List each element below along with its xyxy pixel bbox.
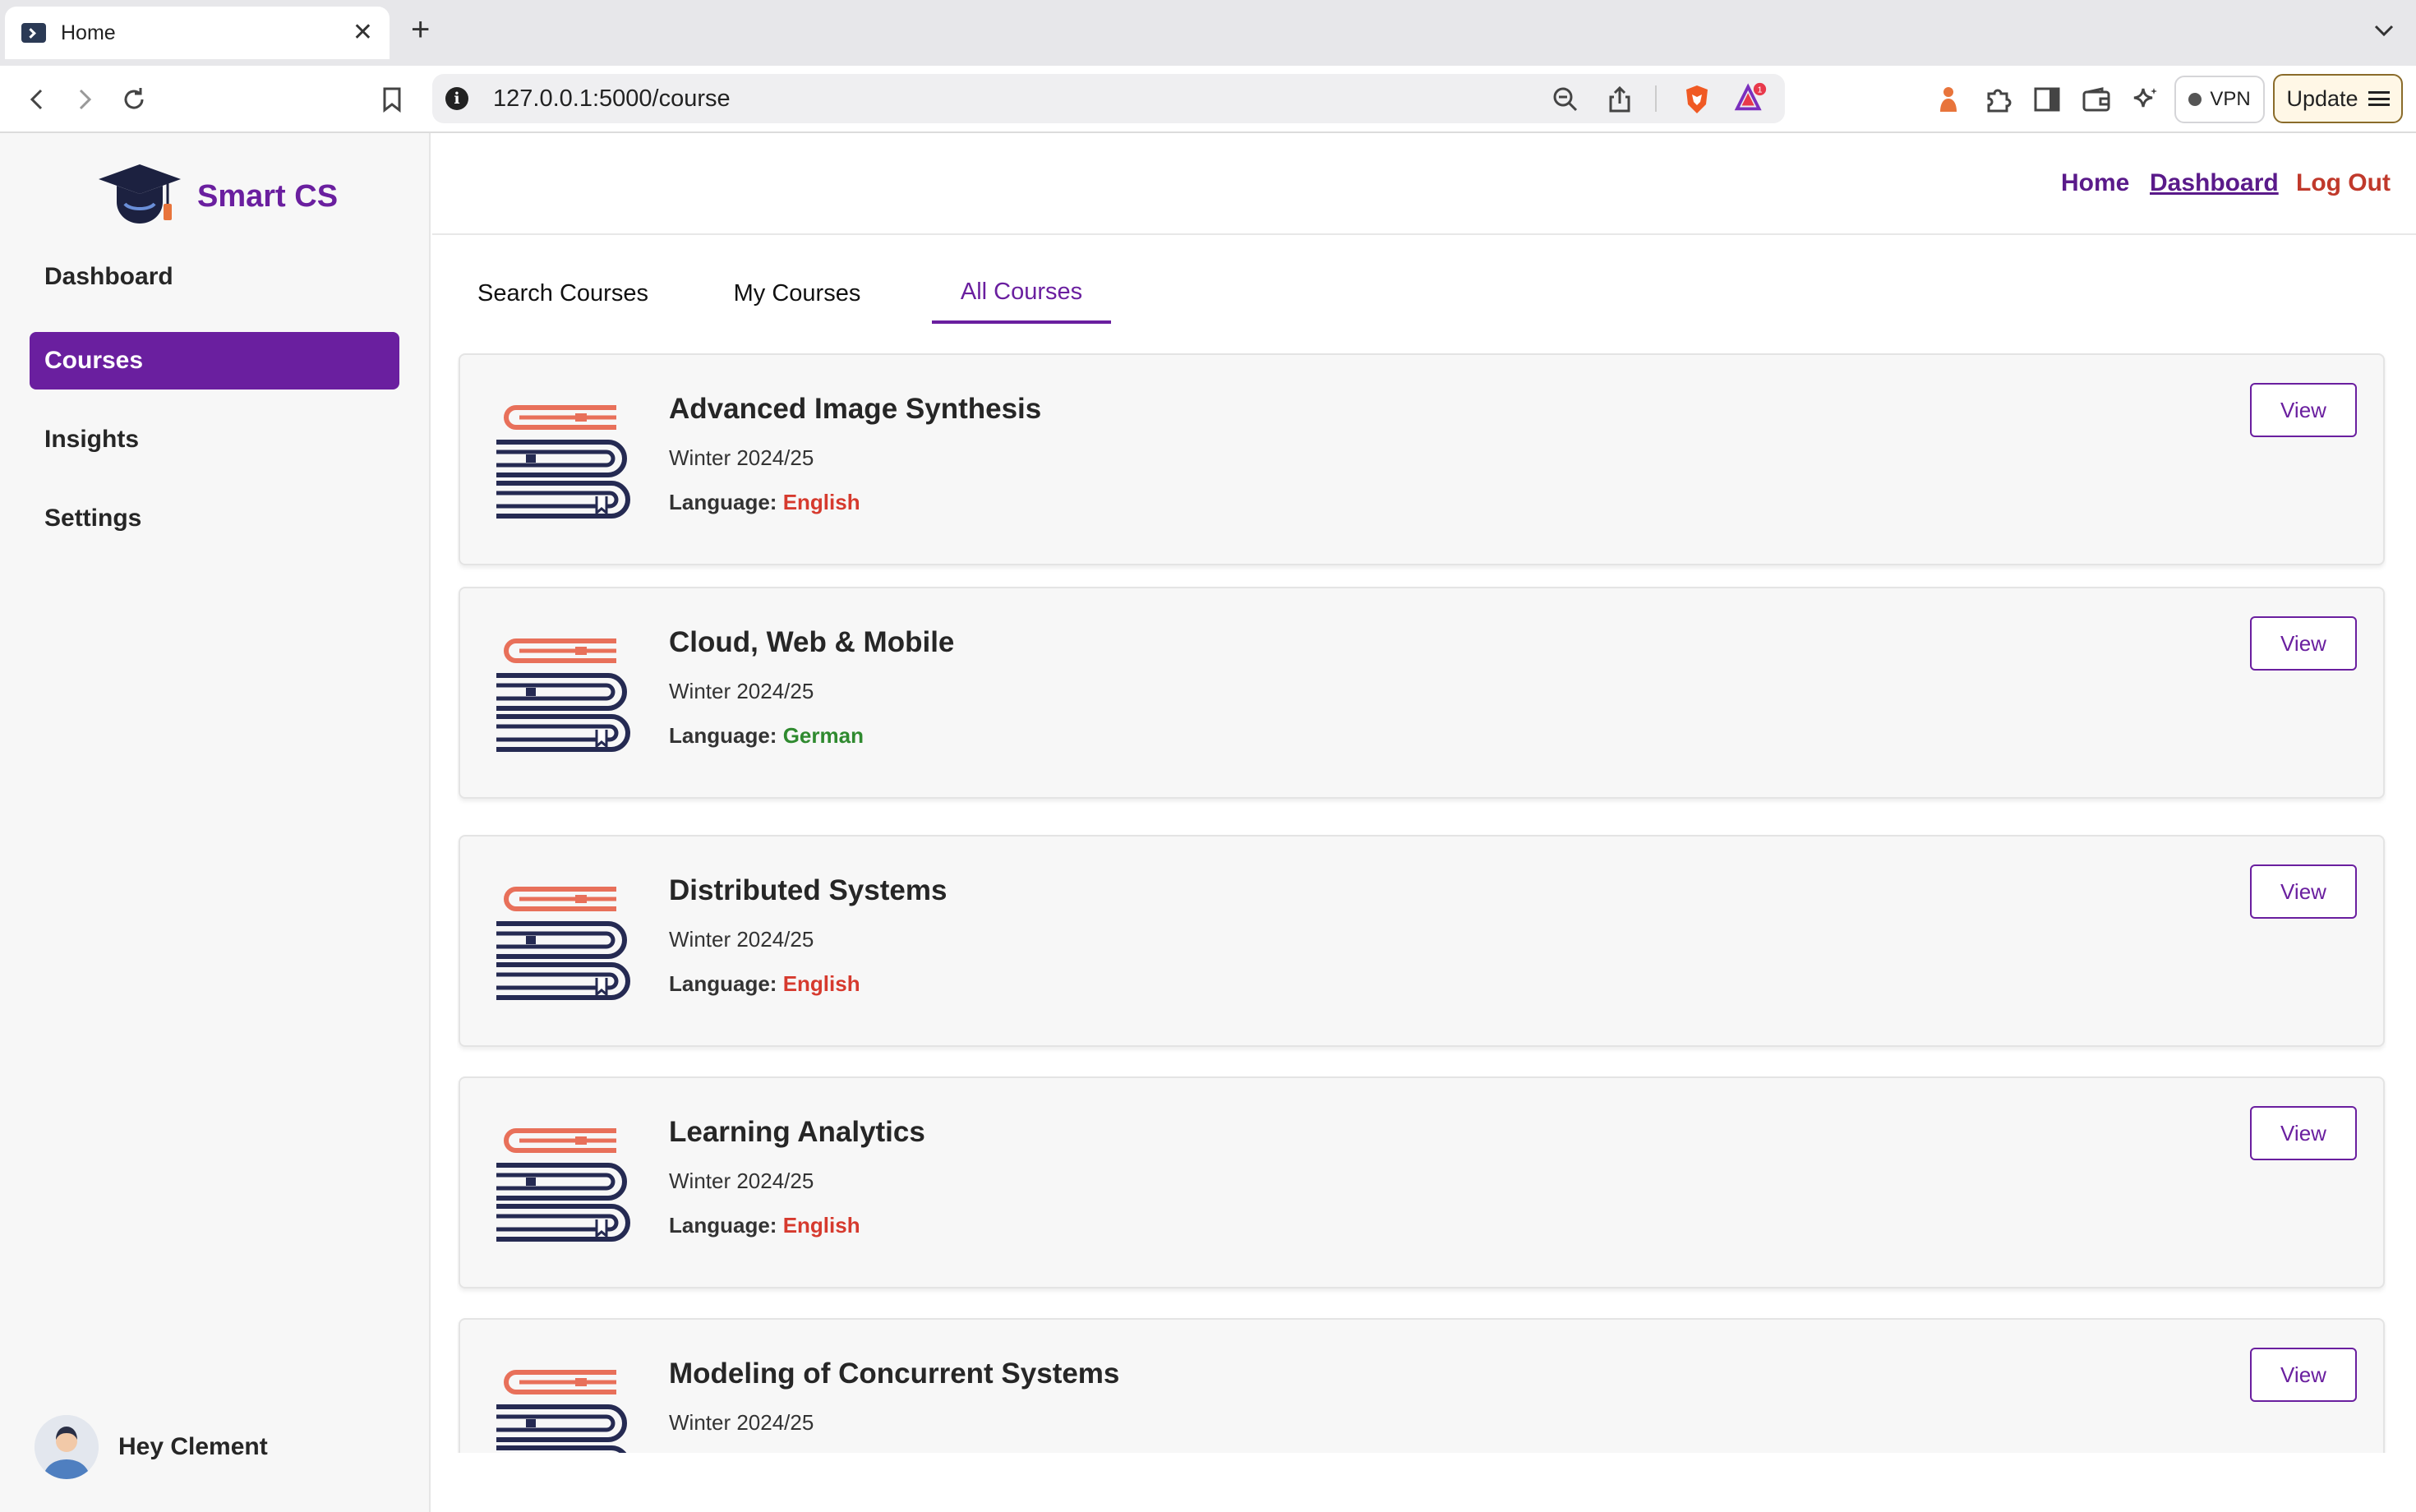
- back-arrow-icon[interactable]: [20, 82, 54, 117]
- close-tab-icon[interactable]: ✕: [353, 21, 373, 45]
- brave-rewards-icon[interactable]: 1: [1734, 81, 1768, 115]
- browser-tab[interactable]: Home ✕: [5, 7, 390, 59]
- user-greeting: Hey Clement: [118, 1433, 268, 1460]
- view-course-button[interactable]: View: [2250, 616, 2357, 671]
- notification-count: 1: [1758, 85, 1763, 94]
- bookmark-icon[interactable]: [375, 82, 409, 117]
- course-title[interactable]: Modeling of Concurrent Systems: [669, 1358, 1119, 1390]
- share-icon[interactable]: [1602, 82, 1637, 117]
- course-term: Winter 2024/25: [669, 445, 814, 470]
- vpn-status-icon: [2188, 93, 2202, 106]
- course-title[interactable]: Advanced Image Synthesis: [669, 393, 1041, 426]
- tab-my-courses[interactable]: My Courses: [728, 263, 866, 324]
- brave-shields-icon[interactable]: [1680, 82, 1714, 117]
- sidebar-toggle-icon[interactable]: [2030, 82, 2064, 117]
- language-label: Language:: [669, 971, 777, 996]
- course-tabs: Search Courses My Courses All Courses: [457, 263, 1279, 324]
- language-label: Language:: [669, 723, 777, 748]
- language-label: Language:: [669, 1213, 777, 1238]
- book-stack-icon: [493, 401, 638, 525]
- view-course-button[interactable]: View: [2250, 1348, 2357, 1402]
- course-term: Winter 2024/25: [669, 679, 814, 703]
- book-stack-icon: [493, 634, 638, 758]
- course-title[interactable]: Cloud, Web & Mobile: [669, 626, 954, 659]
- sidebar-item-insights[interactable]: Insights: [30, 411, 399, 468]
- course-language: Language: English: [669, 1213, 860, 1238]
- course-term: Winter 2024/25: [669, 927, 814, 952]
- site-info-icon[interactable]: i: [445, 87, 468, 110]
- extensions-puzzle-icon[interactable]: [1980, 82, 2015, 117]
- course-language: Language: English: [669, 490, 860, 515]
- language-value: German: [782, 723, 864, 748]
- language-value: English: [782, 490, 860, 514]
- address-bar[interactable]: i 127.0.0.1:5000/course 1: [432, 74, 1785, 123]
- book-stack-icon: [493, 1366, 638, 1453]
- new-tab-icon[interactable]: +: [411, 13, 430, 46]
- leo-ai-sparkle-icon[interactable]: [2128, 82, 2163, 117]
- browser-toolbar: i 127.0.0.1:5000/course 1 VPN Update: [0, 66, 2416, 133]
- nav-logout-link[interactable]: Log Out: [2296, 169, 2391, 197]
- course-language: Language: English: [669, 971, 860, 997]
- course-card: Distributed Systems Winter 2024/25 Langu…: [459, 835, 2385, 1047]
- language-value: English: [782, 971, 860, 996]
- course-card: Modeling of Concurrent Systems Winter 20…: [459, 1318, 2385, 1453]
- sidebar-item-dashboard[interactable]: Dashboard: [30, 248, 399, 306]
- nav-dashboard-link[interactable]: Dashboard: [2150, 169, 2279, 197]
- zoom-out-icon[interactable]: [1548, 82, 1583, 117]
- course-term: Winter 2024/25: [669, 1169, 814, 1193]
- sidebar-item-courses[interactable]: Courses: [30, 332, 399, 390]
- course-title[interactable]: Learning Analytics: [669, 1116, 925, 1149]
- graduation-cap-logo-icon: [97, 163, 182, 231]
- language-value: English: [782, 1213, 860, 1238]
- extension-figure-icon[interactable]: [1931, 82, 1966, 117]
- reload-icon[interactable]: [117, 82, 151, 117]
- chevron-down-icon[interactable]: [2372, 18, 2396, 47]
- sidebar-item-settings[interactable]: Settings: [30, 490, 399, 547]
- brand-title: Smart CS: [197, 179, 339, 214]
- update-button[interactable]: Update: [2273, 74, 2403, 123]
- view-course-button[interactable]: View: [2250, 383, 2357, 437]
- course-title[interactable]: Distributed Systems: [669, 874, 947, 907]
- course-list: Advanced Image Synthesis Winter 2024/25 …: [457, 352, 2386, 1453]
- browser-tab-strip: Home ✕ +: [0, 0, 2416, 66]
- view-course-button[interactable]: View: [2250, 864, 2357, 919]
- sidebar: Smart CS Dashboard Courses Insights Sett…: [0, 133, 431, 1512]
- book-stack-icon: [493, 1124, 638, 1248]
- user-profile[interactable]: Hey Clement: [35, 1415, 268, 1479]
- book-stack-icon: [493, 883, 638, 1007]
- url-text[interactable]: 127.0.0.1:5000/course: [493, 85, 731, 113]
- course-card: Cloud, Web & Mobile Winter 2024/25 Langu…: [459, 587, 2385, 799]
- language-label: Language:: [669, 490, 777, 514]
- avatar: [35, 1415, 99, 1479]
- forward-arrow-icon[interactable]: [67, 82, 102, 117]
- course-card: Learning Analytics Winter 2024/25 Langua…: [459, 1076, 2385, 1288]
- hamburger-menu-icon: [2368, 91, 2390, 106]
- view-course-button[interactable]: View: [2250, 1106, 2357, 1160]
- course-card: Advanced Image Synthesis Winter 2024/25 …: [459, 353, 2385, 565]
- course-language: Language: German: [669, 723, 864, 749]
- terminal-favicon-icon: [21, 23, 46, 43]
- divider: [1655, 85, 1657, 112]
- wallet-icon[interactable]: [2079, 82, 2114, 117]
- vpn-label: VPN: [2210, 88, 2251, 110]
- course-term: Winter 2024/25: [669, 1410, 814, 1435]
- browser-tab-title: Home: [61, 21, 116, 44]
- brand[interactable]: Smart CS: [97, 163, 338, 231]
- update-label: Update: [2286, 85, 2358, 111]
- top-navigation: Home Dashboard Log Out: [432, 133, 2416, 235]
- tab-all-courses[interactable]: All Courses: [932, 263, 1111, 324]
- vpn-button[interactable]: VPN: [2174, 76, 2265, 123]
- tab-search-courses[interactable]: Search Courses: [477, 263, 649, 324]
- nav-home-link[interactable]: Home: [2061, 169, 2129, 197]
